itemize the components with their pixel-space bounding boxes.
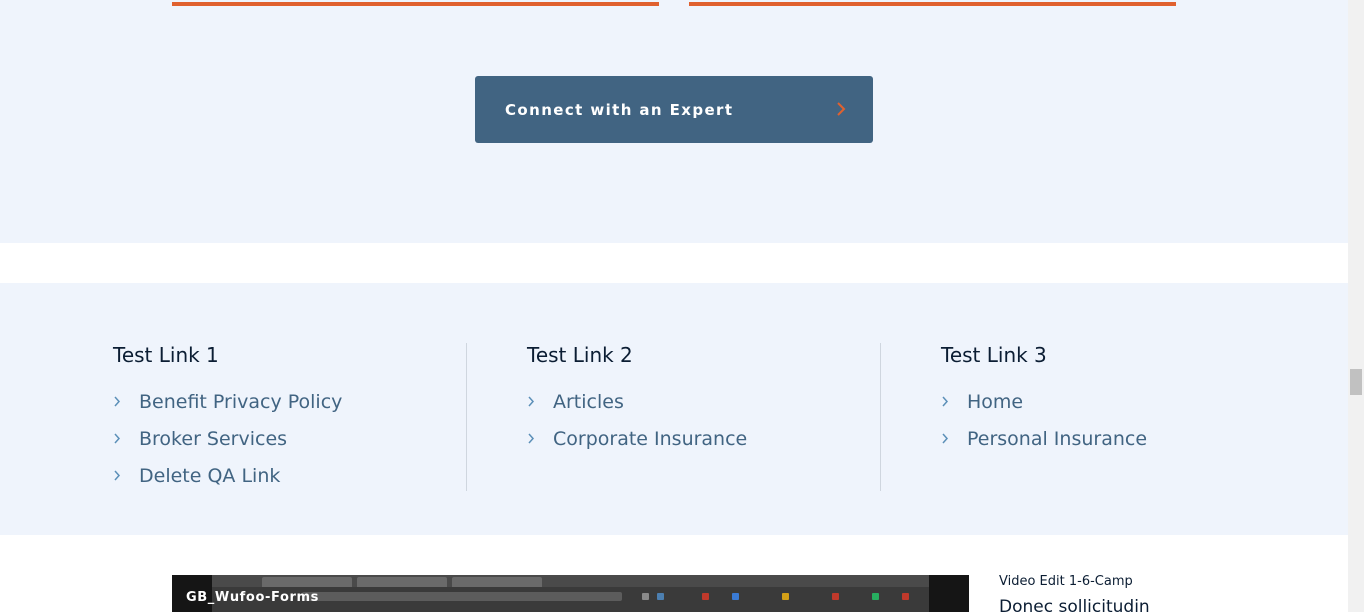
chevron-right-icon — [114, 396, 121, 407]
link-home[interactable]: Home — [941, 383, 1280, 420]
link-column-title: Test Link 1 — [113, 343, 219, 367]
video-frame-tab — [357, 577, 447, 587]
video-frame-tool — [702, 593, 709, 600]
link-delete-qa-link[interactable]: Delete QA Link — [113, 457, 466, 494]
link-label: Benefit Privacy Policy — [139, 390, 343, 413]
video-frame-tool — [732, 593, 739, 600]
video-frame-tab — [452, 577, 542, 587]
accent-divider-right — [689, 2, 1176, 6]
quick-links-section: Test Link 1 Benefit Privacy Policy Broke… — [0, 283, 1348, 535]
link-list: Benefit Privacy Policy Broker Services D… — [113, 383, 466, 494]
section-spacer — [0, 243, 1348, 283]
chevron-right-icon — [942, 396, 949, 407]
cta-section: Connect with an Expert — [0, 0, 1348, 243]
chevron-right-icon — [528, 433, 535, 444]
link-benefit-privacy-policy[interactable]: Benefit Privacy Policy — [113, 383, 466, 420]
video-player[interactable]: GB_Wufoo-Forms — [172, 575, 969, 612]
link-articles[interactable]: Articles — [527, 383, 880, 420]
link-column-title: Test Link 3 — [941, 343, 1047, 367]
link-label: Delete QA Link — [139, 464, 281, 487]
media-headline[interactable]: Donec sollicitudin — [999, 597, 1150, 612]
video-title: GB_Wufoo-Forms — [186, 590, 319, 605]
chevron-right-icon — [837, 102, 846, 116]
chevron-right-icon — [114, 433, 121, 444]
link-column-1: Test Link 1 Benefit Privacy Policy Broke… — [113, 343, 466, 491]
media-section: GB_Wufoo-Forms Video Edit 1-6-Camp Donec… — [0, 535, 1348, 612]
video-caption: Video Edit 1-6-Camp — [999, 574, 1133, 589]
link-column-3: Test Link 3 Home Personal Insurance — [880, 343, 1280, 491]
chevron-right-icon — [528, 396, 535, 407]
video-frame-tabbar — [212, 575, 929, 587]
connect-expert-button[interactable]: Connect with an Expert — [475, 76, 873, 143]
video-frame-tool — [782, 593, 789, 600]
page-scrollbar-thumb[interactable] — [1350, 369, 1362, 395]
chevron-right-icon — [942, 433, 949, 444]
link-personal-insurance[interactable]: Personal Insurance — [941, 420, 1280, 457]
link-column-2: Test Link 2 Articles Corporate Insurance — [466, 343, 880, 491]
video-frame — [212, 575, 929, 612]
page-scrollbar-track[interactable] — [1348, 0, 1364, 612]
link-label: Corporate Insurance — [553, 427, 748, 450]
video-frame-tool — [642, 593, 649, 600]
link-list: Articles Corporate Insurance — [527, 383, 880, 457]
video-frame-tool — [657, 593, 664, 600]
link-label: Home — [967, 390, 1024, 413]
video-frame-tool — [902, 593, 909, 600]
link-corporate-insurance[interactable]: Corporate Insurance — [527, 420, 880, 457]
chevron-right-icon — [114, 470, 121, 481]
link-label: Personal Insurance — [967, 427, 1148, 450]
video-frame-tab — [262, 577, 352, 587]
link-label: Articles — [553, 390, 624, 413]
connect-expert-label: Connect with an Expert — [505, 100, 734, 119]
video-frame-tool — [872, 593, 879, 600]
video-frame-urlbar — [302, 592, 622, 601]
link-broker-services[interactable]: Broker Services — [113, 420, 466, 457]
link-list: Home Personal Insurance — [941, 383, 1280, 457]
link-label: Broker Services — [139, 427, 288, 450]
link-column-title: Test Link 2 — [527, 343, 633, 367]
video-frame-tool — [832, 593, 839, 600]
accent-divider-left — [172, 2, 659, 6]
